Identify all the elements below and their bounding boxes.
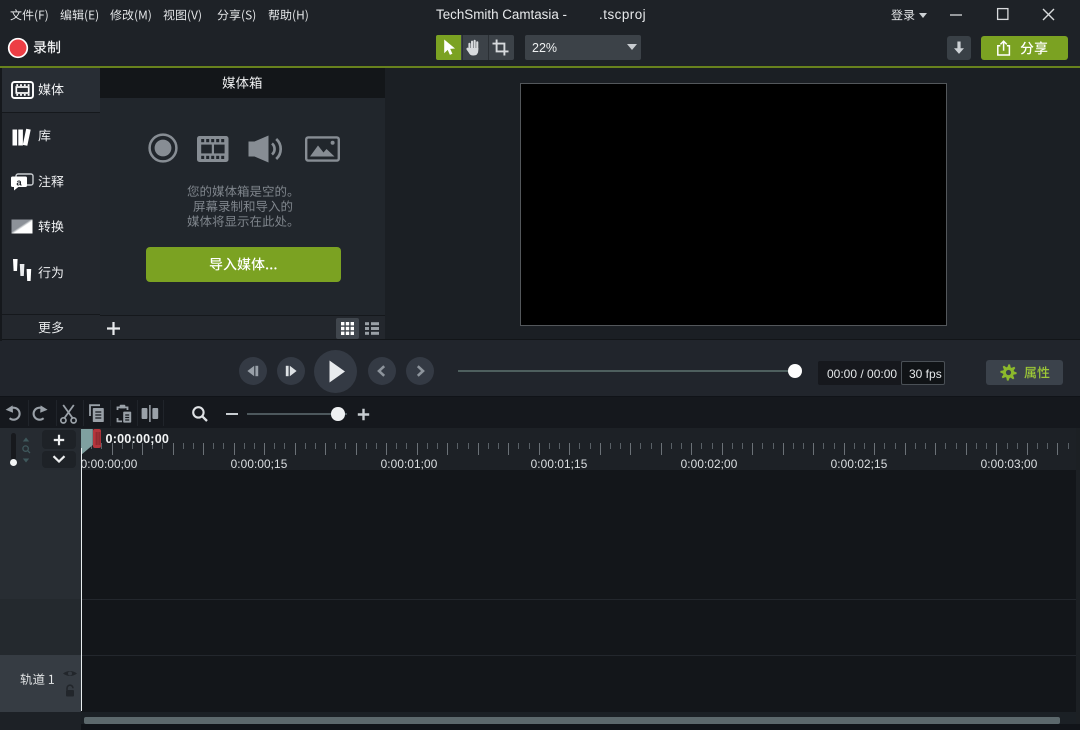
svg-text:a: a	[16, 177, 22, 188]
